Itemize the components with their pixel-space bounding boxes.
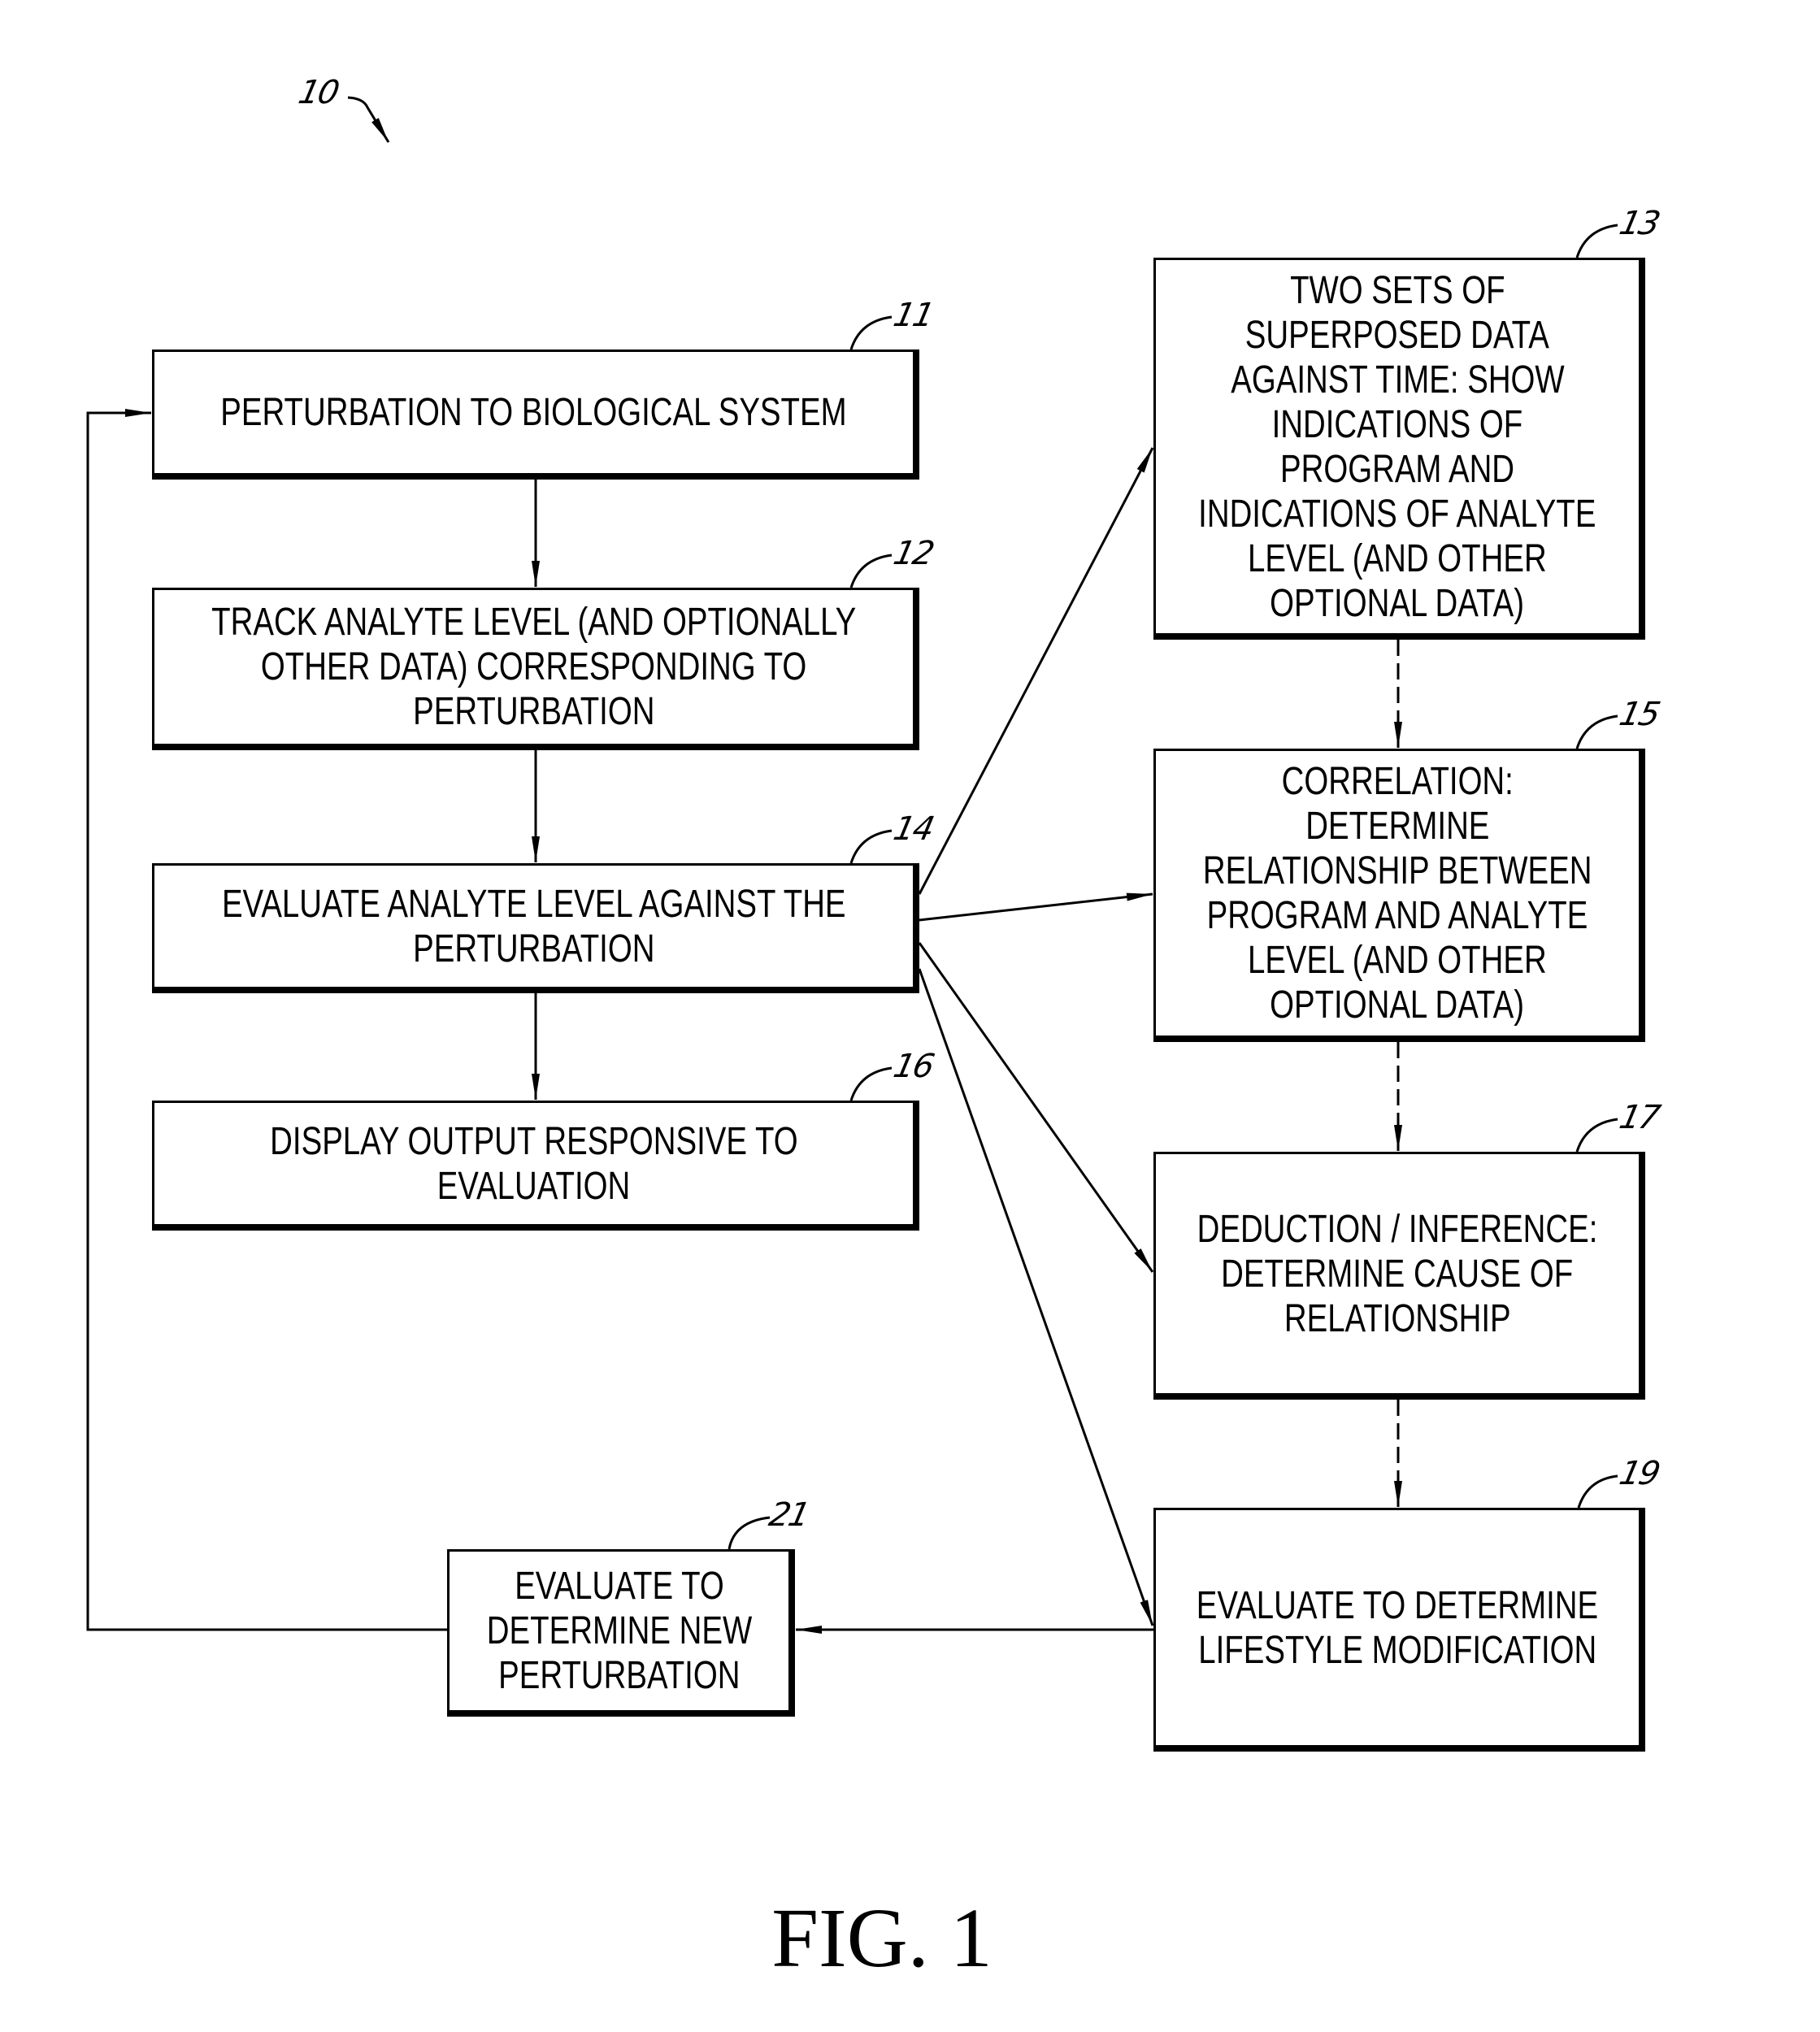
step-text-line: DETERMINE [1305, 805, 1490, 848]
step-text-line: DETERMINE CAUSE OF [1221, 1252, 1574, 1296]
leader-12 [849, 554, 893, 588]
step-deduction-box: DEDUCTION / INFERENCE: DETERMINE CAUSE O… [1153, 1152, 1645, 1400]
step-text-line: OPTIONAL DATA) [1270, 581, 1525, 625]
ref-numeral-15: 15 [1616, 696, 1662, 733]
ref-numeral-13: 13 [1616, 205, 1662, 242]
ref-numeral-11: 11 [890, 297, 936, 334]
step-display-output-box: DISPLAY OUTPUT RESPONSIVE TO EVALUATION [152, 1101, 919, 1231]
step-text-line: INDICATIONS OF [1271, 402, 1523, 446]
leader-16 [849, 1066, 893, 1101]
step-text-line: EVALUATE ANALYTE LEVEL AGAINST THE [221, 882, 846, 926]
step-text-line: INDICATIONS OF ANALYTE [1198, 492, 1596, 536]
step-text-line: EVALUATE TO [514, 1565, 724, 1608]
leader-21 [728, 1516, 771, 1550]
step-text-line: PERTURBATION [497, 1654, 741, 1697]
arrow-14-to-17 [918, 942, 1154, 1273]
ref-numeral-16: 16 [890, 1048, 936, 1085]
figure-caption: FIG. 1 [771, 1891, 993, 1985]
ref-numeral-14: 14 [890, 810, 936, 848]
leader-17 [1575, 1118, 1618, 1153]
step-text-line: AGAINST TIME: SHOW [1230, 358, 1565, 402]
step-correlation-box: CORRELATION: DETERMINE RELATIONSHIP BETW… [1153, 749, 1645, 1042]
step-text-line: OPTIONAL DATA) [1270, 983, 1525, 1027]
step-text-line: PROGRAM AND ANALYTE [1206, 894, 1588, 937]
step-text-line: DISPLAY OUTPUT RESPONSIVE TO [269, 1119, 798, 1163]
step-lifestyle-modification-box: EVALUATE TO DETERMINE LIFESTYLE MODIFICA… [1153, 1508, 1645, 1752]
ref-numeral-17: 17 [1616, 1099, 1662, 1136]
arrow-14-to-19 [918, 968, 1154, 1626]
step-text-line: RELATIONSHIP BETWEEN [1202, 849, 1592, 892]
step-text-line: TRACK ANALYTE LEVEL (AND OPTIONALLY [211, 601, 857, 644]
step-superposed-data-box: TWO SETS OF SUPERPOSED DATA AGAINST TIME… [1153, 258, 1645, 640]
ref-numeral-21: 21 [766, 1496, 812, 1534]
step-perturbation-box: PERTURBATION TO BIOLOGICAL SYSTEM [152, 350, 919, 480]
step-text-line: OTHER DATA) CORRESPONDING TO [260, 645, 807, 688]
step-text-line: LEVEL (AND OTHER [1248, 536, 1547, 580]
leader-13 [1575, 224, 1618, 258]
step-evaluate-analyte-box: EVALUATE ANALYTE LEVEL AGAINST THE PERTU… [152, 863, 919, 993]
step-text-line: EVALUATION [437, 1164, 631, 1208]
leader-11 [849, 315, 893, 350]
step-text-line: TWO SETS OF [1289, 268, 1505, 312]
step-text-line: CORRELATION: [1281, 760, 1514, 803]
step-text-line: PROGRAM AND [1279, 447, 1515, 491]
flowchart-canvas: PERTURBATION TO BIOLOGICAL SYSTEM TRACK … [0, 0, 1820, 2032]
step-text-line: LIFESTYLE MODIFICATION [1198, 1628, 1597, 1672]
leader-15 [1575, 714, 1618, 749]
figure-pointer-arrow [347, 96, 390, 143]
leader-19 [1577, 1474, 1618, 1509]
ref-numeral-12: 12 [890, 535, 936, 572]
ref-numeral-19: 19 [1616, 1455, 1662, 1492]
arrow-14-to-13 [918, 447, 1154, 895]
step-text-line: SUPERPOSED DATA [1244, 313, 1550, 357]
step-text-line: RELATIONSHIP [1284, 1296, 1511, 1340]
step-text-line: PERTURBATION [412, 927, 655, 970]
figure-reference-numeral: 10 [295, 74, 341, 111]
step-new-perturbation-box: EVALUATE TO DETERMINE NEW PERTURBATION [447, 1549, 795, 1717]
step-text-line: DEDUCTION / INFERENCE: [1197, 1207, 1598, 1251]
leader-14 [849, 829, 893, 864]
step-text-line: DETERMINE NEW [486, 1609, 752, 1652]
step-text-line: EVALUATE TO DETERMINE [1196, 1583, 1599, 1627]
step-text-line: PERTURBATION [412, 690, 655, 733]
step-text-line: LEVEL (AND OTHER [1248, 939, 1547, 982]
step-track-analyte-box: TRACK ANALYTE LEVEL (AND OPTIONALLY OTHE… [152, 588, 919, 750]
arrow-14-to-15 [919, 892, 1153, 922]
step-text-line: PERTURBATION TO BIOLOGICAL SYSTEM [220, 391, 847, 434]
